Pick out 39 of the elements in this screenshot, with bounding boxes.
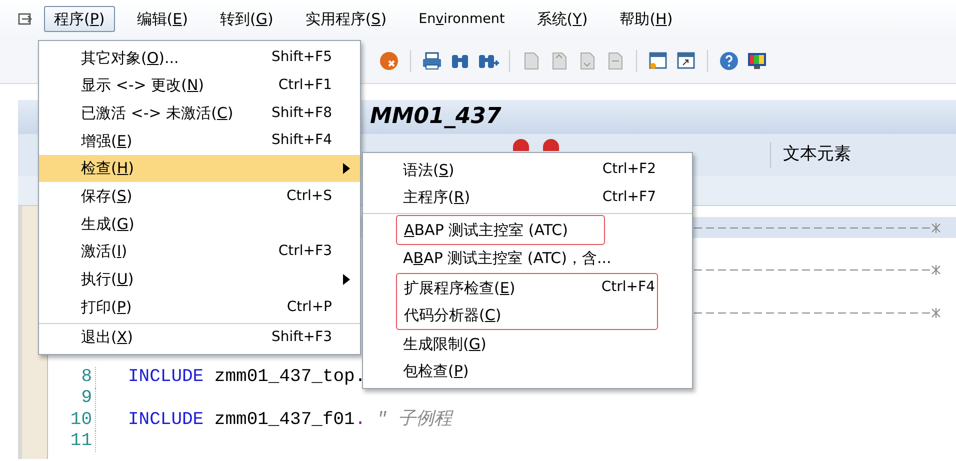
line-number: 9: [48, 388, 96, 410]
new-window-icon[interactable]: [647, 50, 669, 72]
menu-item[interactable]: 打印(P) Ctrl+P: [39, 293, 360, 321]
menu-item[interactable]: 显示 <-> 更改(N) Ctrl+F1: [39, 72, 360, 100]
menu-item[interactable]: 主程序(R) Ctrl+F7: [363, 184, 692, 211]
menu-item[interactable]: 执行(U): [39, 266, 360, 294]
menu-item[interactable]: 代码分析器(C): [397, 302, 657, 329]
menu-item[interactable]: ABAP 测试主控室 (ATC): [397, 216, 604, 244]
menu-item[interactable]: 语法(S) Ctrl+F2: [363, 156, 692, 184]
menu-item[interactable]: 转到(G): [210, 6, 284, 32]
code-line: INCLUDE zmm01_437_top.: [127, 366, 366, 388]
menu-item[interactable]: 生成(G): [39, 210, 360, 238]
menu-item[interactable]: 保存(S) Ctrl+S: [39, 182, 360, 210]
menu-item[interactable]: 检查(H): [39, 154, 360, 182]
help-icon[interactable]: [718, 50, 740, 72]
submenu-arrow-icon: [342, 274, 350, 285]
line-number: 10: [48, 410, 96, 431]
print-icon[interactable]: [421, 50, 443, 72]
menu-item[interactable]: 程序(P): [44, 6, 115, 32]
menu-item[interactable]: 实用程序(S): [295, 6, 397, 32]
window-icon[interactable]: [675, 50, 697, 72]
menu-item[interactable]: 包检查(P): [363, 358, 692, 385]
menu-item[interactable]: ABAP 测试主控室 (ATC)，含...: [363, 244, 692, 272]
menu-item[interactable]: 帮助(H): [610, 6, 683, 32]
line-number: 8: [48, 366, 96, 388]
menu-item[interactable]: Environment: [408, 6, 515, 32]
cancel-icon[interactable]: [378, 50, 400, 72]
menu-item[interactable]: 编辑(E): [126, 6, 198, 32]
line-number: 11: [48, 430, 96, 452]
menu-item[interactable]: 生成限制(G): [363, 330, 692, 358]
submenu-arrow-icon: [342, 163, 350, 174]
menu-item[interactable]: 激活(I) Ctrl+F3: [39, 238, 360, 266]
menu-item[interactable]: 扩展程序检查(E) Ctrl+F4: [397, 274, 657, 302]
menu-item[interactable]: 系统(Y): [526, 6, 598, 32]
toolbar-button[interactable]: 文本元素: [770, 142, 851, 168]
code-line: INCLUDE zmm01_437_f01. ″ 子例程: [127, 410, 452, 431]
menu-item[interactable]: 已激活 <-> 未激活(C) Shift+F8: [39, 99, 360, 128]
menu-item[interactable]: 退出(X) Shift+F3: [39, 322, 360, 351]
menu-icon[interactable]: [18, 12, 32, 26]
